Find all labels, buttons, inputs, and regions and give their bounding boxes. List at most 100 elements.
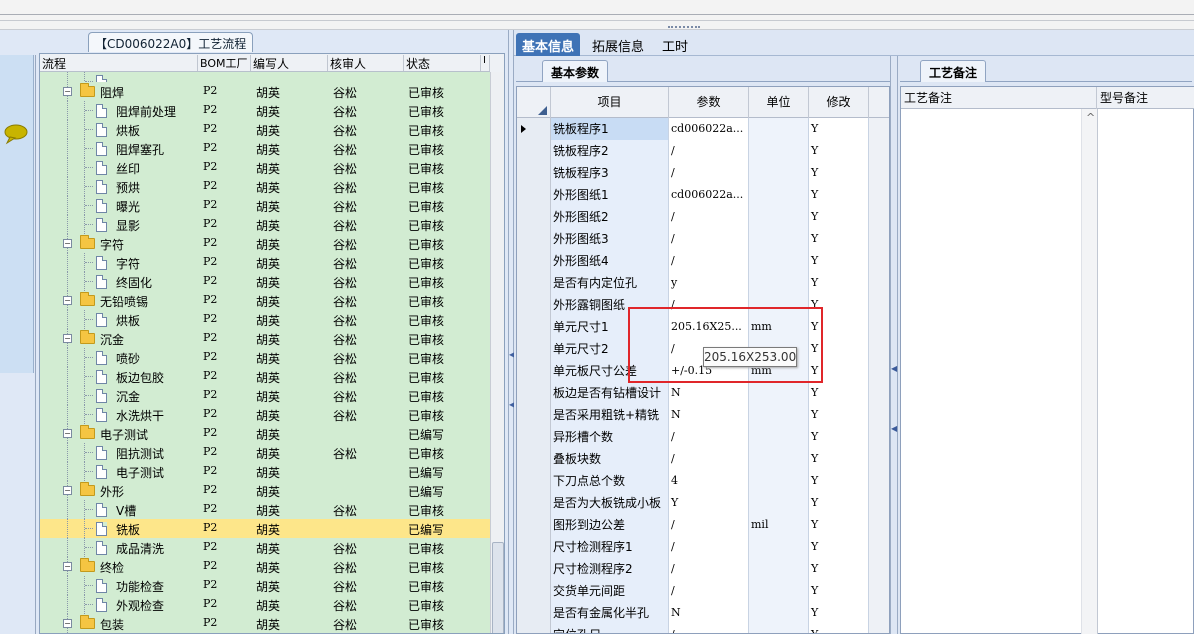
row-indicator[interactable] (517, 294, 551, 316)
tree-leaf-row[interactable]: 外观检查 P2 胡英 谷松 已审核 (40, 595, 490, 614)
row-indicator[interactable] (517, 316, 551, 338)
tree-folder-row[interactable]: − 字符 P2 胡英 谷松 已审核 (40, 234, 490, 253)
param-value-cell[interactable]: / (669, 558, 749, 580)
param-modify-cell[interactable]: Y (809, 206, 869, 228)
param-value-cell[interactable]: / (669, 624, 749, 633)
param-unit-cell[interactable] (749, 272, 809, 294)
param-row[interactable]: 是否采用粗铣+精铣 N Y (517, 404, 889, 426)
param-unit-cell[interactable] (749, 558, 809, 580)
param-value-cell[interactable]: / (669, 206, 749, 228)
collapse-right-icon[interactable]: ◀ (891, 364, 897, 373)
col-header-bom[interactable]: BOM工厂 (198, 55, 251, 71)
row-indicator[interactable] (517, 338, 551, 360)
param-row[interactable]: 外形图纸2/ Y (517, 206, 889, 228)
tree-folder-row[interactable]: − 终检 P2 胡英 谷松 已审核 (40, 557, 490, 576)
param-value-cell[interactable]: Y (669, 492, 749, 514)
collapse-right-icon-2[interactable]: ◀ (891, 424, 897, 433)
param-modify-cell[interactable]: Y (809, 514, 869, 536)
tree-leaf-row[interactable]: 阻焊前处理 P2 胡英 谷松 已审核 (40, 101, 490, 120)
param-unit-cell[interactable] (749, 250, 809, 272)
param-row[interactable]: 是否为大板铣成小板 Y Y (517, 492, 889, 514)
row-indicator[interactable] (517, 448, 551, 470)
col-header-flow[interactable]: 流程 (40, 55, 198, 71)
tree-leaf-row[interactable]: 终固化 P2 胡英 谷松 已审核 (40, 272, 490, 291)
tree-leaf-row[interactable]: 显影 P2 胡英 谷松 已审核 (40, 215, 490, 234)
row-indicator[interactable] (517, 206, 551, 228)
param-modify-cell[interactable]: Y (809, 602, 869, 624)
tree-leaf-row[interactable]: 喷砂 P2 胡英 谷松 已审核 (40, 348, 490, 367)
collapse-toggle-icon[interactable]: − (63, 486, 72, 495)
row-indicator[interactable] (517, 272, 551, 294)
row-indicator[interactable] (517, 140, 551, 162)
tree-folder-row[interactable]: − 电子测试 P2 胡英 已编写 (40, 424, 490, 443)
param-value-cell[interactable]: / (669, 228, 749, 250)
row-indicator[interactable] (517, 360, 551, 382)
tree-leaf-row[interactable]: 曝光 P2 胡英 谷松 已审核 (40, 196, 490, 215)
row-indicator[interactable] (517, 558, 551, 580)
param-value-cell[interactable]: / (669, 426, 749, 448)
param-value-cell[interactable]: / (669, 448, 749, 470)
param-row[interactable]: 尺寸检测程序2/ Y (517, 558, 889, 580)
tree-leaf-row[interactable]: 电子测试 P2 胡英 已编写 (40, 462, 490, 481)
tree-leaf-row[interactable]: V槽 P2 胡英 谷松 已审核 (40, 500, 490, 519)
tree-leaf-row[interactable]: 丝印 P2 胡英 谷松 已审核 (40, 158, 490, 177)
row-indicator[interactable] (517, 514, 551, 536)
tree-leaf-row[interactable]: 阻焊塞孔 P2 胡英 谷松 已审核 (40, 139, 490, 158)
param-value-cell[interactable]: N (669, 382, 749, 404)
tree-leaf-row[interactable]: 烘板 P2 胡英 谷松 已审核 (40, 310, 490, 329)
param-value-cell[interactable]: / (669, 250, 749, 272)
tree-leaf-row[interactable]: 字符 P2 胡英 谷松 已审核 (40, 253, 490, 272)
param-unit-cell[interactable] (749, 492, 809, 514)
row-indicator[interactable] (517, 382, 551, 404)
row-indicator[interactable] (517, 602, 551, 624)
param-modify-cell[interactable]: Y (809, 448, 869, 470)
subtab-process-notes[interactable]: 工艺备注 (920, 60, 987, 82)
col-header-param[interactable]: 参数 (669, 87, 749, 118)
param-row[interactable]: 下刀点总个数 4 Y (517, 470, 889, 492)
tree-folder-row[interactable]: − 沉金 P2 胡英 谷松 已审核 (40, 329, 490, 348)
tree-leaf-row[interactable] (40, 72, 490, 82)
param-unit-cell[interactable]: mil (749, 514, 809, 536)
note-scrollbar[interactable] (1081, 109, 1097, 634)
tree-leaf-row[interactable]: 水洗烘干 P2 胡英 谷松 已审核 (40, 405, 490, 424)
param-modify-cell[interactable]: Y (809, 382, 869, 404)
grid-corner-icon[interactable] (517, 87, 551, 118)
tree-leaf-row[interactable]: 功能检查 P2 胡英 谷松 已审核 (40, 576, 490, 595)
param-row[interactable]: 铣板程序2/ Y (517, 140, 889, 162)
col-header-process-note[interactable]: 工艺备注 (901, 87, 1097, 109)
param-unit-cell[interactable] (749, 448, 809, 470)
row-indicator[interactable] (517, 536, 551, 558)
collapse-toggle-icon[interactable]: − (63, 239, 72, 248)
row-indicator[interactable] (517, 470, 551, 492)
tab-work-hours[interactable]: 工时 (656, 33, 694, 56)
param-value-cell[interactable]: / (669, 140, 749, 162)
tree-folder-row[interactable]: − 无铅喷锡 P2 胡英 谷松 已审核 (40, 291, 490, 310)
param-value-cell[interactable]: y (669, 272, 749, 294)
param-unit-cell[interactable] (749, 118, 809, 140)
tree-folder-row[interactable]: − 外形 P2 胡英 已编写 (40, 481, 490, 500)
collapse-toggle-icon[interactable]: − (63, 619, 72, 628)
param-value-cell[interactable]: cd006022a... (669, 118, 749, 140)
param-modify-cell[interactable]: Y (809, 558, 869, 580)
param-modify-cell[interactable]: Y (809, 470, 869, 492)
tree-leaf-row[interactable]: 板边包胶 P2 胡英 谷松 已审核 (40, 367, 490, 386)
param-unit-cell[interactable] (749, 184, 809, 206)
param-unit-cell[interactable] (749, 602, 809, 624)
param-value-cell[interactable]: 4 (669, 470, 749, 492)
param-row[interactable]: 外形图纸4/ Y (517, 250, 889, 272)
param-unit-cell[interactable] (749, 470, 809, 492)
param-modify-cell[interactable]: Y (809, 184, 869, 206)
collapse-toggle-icon[interactable]: − (63, 429, 72, 438)
collapse-toggle-icon[interactable]: − (63, 296, 72, 305)
subtab-basic-params[interactable]: 基本参数 (542, 60, 609, 82)
param-unit-cell[interactable] (749, 162, 809, 184)
param-row[interactable]: 异形槽个数 / Y (517, 426, 889, 448)
tree-leaf-row[interactable]: 铣板 P2 胡英 已编写 (40, 519, 490, 538)
param-value-cell[interactable]: cd006022a... (669, 184, 749, 206)
param-unit-cell[interactable] (749, 624, 809, 633)
row-indicator[interactable] (517, 492, 551, 514)
param-value-cell[interactable]: / (669, 580, 749, 602)
collapse-toggle-icon[interactable]: − (63, 87, 72, 96)
param-modify-cell[interactable]: Y (809, 580, 869, 602)
row-indicator[interactable] (517, 580, 551, 602)
